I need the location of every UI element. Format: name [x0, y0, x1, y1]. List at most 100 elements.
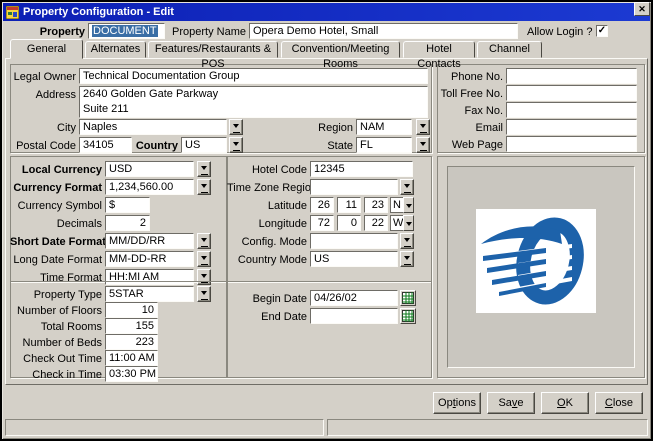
short-date-format-lov-icon[interactable] — [197, 233, 211, 249]
latitude-sec-field[interactable]: 23 — [364, 197, 388, 213]
long-date-format-label: Long Date Format — [10, 254, 102, 267]
tab-convention-meeting-rooms[interactable]: Convention/Meeting Rooms — [281, 41, 400, 58]
close-icon[interactable]: ✕ — [634, 2, 650, 16]
country-field[interactable]: US — [181, 137, 227, 153]
legal-owner-field[interactable]: Technical Documentation Group — [79, 68, 428, 84]
country-lov-icon[interactable] — [229, 137, 243, 153]
end-date-field[interactable] — [310, 308, 398, 324]
email-field[interactable] — [506, 119, 637, 135]
time-zone-region-label: Time Zone Region — [227, 182, 307, 195]
config-mode-lov-icon[interactable] — [400, 233, 414, 249]
longitude-sec-field[interactable]: 22 — [364, 215, 388, 231]
total-rooms-field[interactable]: 155 — [105, 318, 158, 334]
currency-symbol-field[interactable]: $ — [105, 197, 150, 213]
tab-alternates[interactable]: Alternates — [85, 41, 146, 58]
property-type-lov-icon[interactable] — [197, 286, 211, 302]
app-icon — [6, 6, 19, 19]
property-field[interactable]: DOCUMENT — [88, 23, 165, 39]
ok-button[interactable]: OK — [541, 392, 589, 414]
toll-free-label: Toll Free No. — [439, 88, 503, 101]
currency-format-lov-icon[interactable] — [197, 179, 211, 195]
state-label: State — [298, 140, 353, 153]
property-logo-image — [476, 209, 596, 313]
web-page-field[interactable] — [506, 136, 637, 152]
tab-general[interactable]: General — [10, 39, 83, 59]
phone-field[interactable] — [506, 68, 637, 84]
currency-format-field[interactable]: 1,234,560.00 — [105, 179, 194, 195]
property-name-field[interactable]: Opera Demo Hotel, Small — [249, 23, 518, 39]
postal-code-field[interactable]: 34105 — [79, 137, 132, 153]
decimals-label: Decimals — [10, 218, 102, 231]
short-date-format-field[interactable]: MM/DD/RR — [105, 233, 194, 249]
begin-date-field[interactable]: 04/26/02 — [310, 290, 398, 306]
phone-label: Phone No. — [439, 71, 503, 84]
begin-date-calendar-icon[interactable] — [400, 290, 416, 306]
property-type-label: Property Type — [10, 289, 102, 302]
country-mode-lov-icon[interactable] — [400, 251, 414, 267]
allow-login-label: Allow Login ? — [527, 26, 592, 39]
address-field[interactable]: 2640 Golden Gate Parkway Suite 211 — [79, 86, 428, 118]
hotel-code-field[interactable]: 12345 — [310, 161, 413, 177]
local-currency-field[interactable]: USD — [105, 161, 194, 177]
city-field[interactable]: Naples — [79, 119, 227, 135]
address-label: Address — [12, 89, 76, 102]
number-of-floors-field[interactable]: 10 — [105, 302, 158, 318]
long-date-format-lov-icon[interactable] — [197, 251, 211, 267]
country-mode-field[interactable]: US — [310, 251, 398, 267]
longitude-min-field[interactable]: 0 — [337, 215, 361, 231]
latitude-min-field[interactable]: 11 — [337, 197, 361, 213]
time-zone-region-field[interactable] — [310, 179, 398, 195]
country-label: Country — [134, 140, 178, 153]
short-date-format-label: Short Date Format — [10, 236, 102, 249]
local-currency-label: Local Currency — [10, 164, 102, 177]
chevron-down-icon[interactable] — [403, 215, 414, 231]
longitude-direction-select[interactable]: W — [390, 215, 414, 231]
tab-hotel-contacts[interactable]: Hotel Contacts — [403, 41, 475, 58]
web-page-label: Web Page — [439, 139, 503, 152]
longitude-direction-value: W — [390, 215, 403, 231]
begin-date-label: Begin Date — [227, 293, 307, 306]
selected-text: DOCUMENT — [92, 25, 158, 37]
decimals-field[interactable]: 2 — [105, 215, 150, 231]
close-button[interactable]: Close — [595, 392, 643, 414]
latitude-label: Latitude — [227, 200, 307, 213]
property-type-field[interactable]: 5STAR — [105, 286, 194, 302]
total-rooms-label: Total Rooms — [10, 321, 102, 334]
region-field[interactable]: NAM — [356, 119, 412, 135]
options-button[interactable]: Options — [433, 392, 481, 414]
allow-login-checkbox[interactable]: ✓ — [596, 25, 608, 37]
config-mode-field[interactable] — [310, 233, 398, 249]
property-configuration-window: Property Configuration - Edit ✕ Property… — [0, 0, 653, 441]
fax-field[interactable] — [506, 102, 637, 118]
longitude-label: Longitude — [227, 218, 307, 231]
toll-free-field[interactable] — [506, 85, 637, 101]
region-label: Region — [298, 122, 353, 135]
titlebar: Property Configuration - Edit — [3, 3, 650, 21]
property-label: Property — [28, 26, 85, 39]
chevron-down-icon[interactable] — [403, 197, 414, 213]
state-lov-icon[interactable] — [416, 137, 430, 153]
tab-features-restaurants-pos[interactable]: Features/Restaurants & POS — [148, 41, 278, 58]
updated-status: Updated 03/19/10 SHOTEL — [327, 419, 648, 436]
email-label: Email — [439, 122, 503, 135]
local-currency-lov-icon[interactable] — [197, 161, 211, 177]
state-field[interactable]: FL — [356, 137, 412, 153]
city-label: City — [12, 122, 76, 135]
check-out-time-field[interactable]: 11:00 AM — [105, 350, 158, 366]
latitude-direction-select[interactable]: N — [390, 197, 414, 213]
longitude-deg-field[interactable]: 72 — [310, 215, 334, 231]
check-in-time-field[interactable]: 03:30 PM — [105, 366, 158, 382]
fax-label: Fax No. — [439, 105, 503, 118]
city-lov-icon[interactable] — [229, 119, 243, 135]
currency-symbol-label: Currency Symbol — [10, 200, 102, 213]
region-lov-icon[interactable] — [416, 119, 430, 135]
time-zone-region-lov-icon[interactable] — [400, 179, 414, 195]
check-icon: ✓ — [598, 25, 606, 36]
long-date-format-field[interactable]: MM-DD-RR — [105, 251, 194, 267]
latitude-deg-field[interactable]: 26 — [310, 197, 334, 213]
end-date-calendar-icon[interactable] — [400, 308, 416, 324]
save-button[interactable]: Save — [487, 392, 535, 414]
postal-code-label: Postal Code — [2, 140, 76, 153]
tab-channel[interactable]: Channel — [477, 41, 542, 58]
number-of-beds-field[interactable]: 223 — [105, 334, 158, 350]
